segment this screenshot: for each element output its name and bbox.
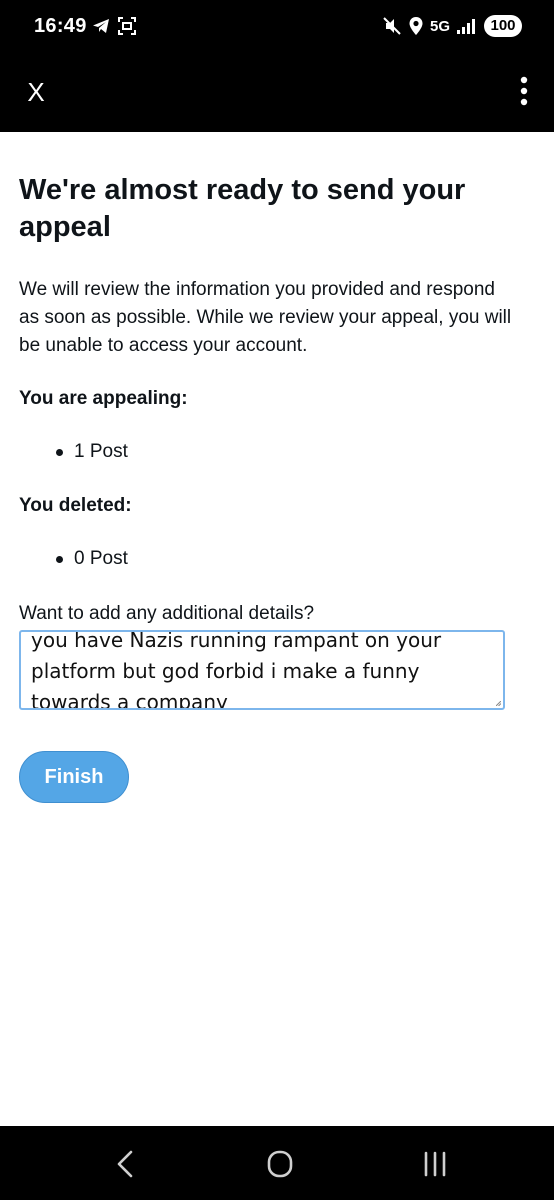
details-text: you have Nazis running rampant on your p… bbox=[31, 630, 448, 710]
bullet-icon bbox=[56, 555, 63, 563]
battery-icon: 100 bbox=[484, 15, 522, 37]
signal-icon bbox=[457, 19, 475, 34]
deleted-item-text: 0 Post bbox=[74, 548, 128, 569]
appealing-item-text: 1 Post bbox=[74, 441, 128, 462]
finish-button[interactable]: Finish bbox=[19, 751, 129, 803]
back-button[interactable] bbox=[105, 1146, 145, 1182]
bullet-icon bbox=[56, 448, 63, 456]
telegram-icon bbox=[93, 19, 109, 33]
resize-handle-icon[interactable] bbox=[496, 701, 501, 706]
details-textarea[interactable]: you have Nazis running rampant on your p… bbox=[19, 630, 505, 710]
status-time: 16:49 bbox=[34, 15, 87, 37]
recents-button[interactable] bbox=[415, 1146, 455, 1182]
status-right-icons: 5G 100 bbox=[382, 15, 522, 37]
appeal-description: We will review the information you provi… bbox=[19, 279, 512, 356]
app-bar: X bbox=[0, 56, 554, 132]
back-icon bbox=[117, 1150, 133, 1178]
appeal-content: We're almost ready to send your appeal W… bbox=[19, 132, 519, 803]
recents-icon bbox=[424, 1151, 446, 1177]
navigation-bar bbox=[0, 1126, 554, 1200]
more-options-button[interactable] bbox=[516, 74, 532, 114]
details-label: Want to add any additional details? bbox=[19, 603, 315, 624]
location-icon bbox=[409, 17, 423, 35]
mute-icon bbox=[383, 17, 401, 35]
status-left-icons bbox=[91, 16, 137, 36]
appealing-list-item: 1 Post bbox=[56, 441, 519, 463]
close-button[interactable]: X bbox=[22, 76, 50, 108]
screenshot-icon bbox=[118, 17, 136, 35]
page-title: We're almost ready to send your appeal bbox=[19, 174, 466, 243]
network-label: 5G bbox=[429, 17, 450, 35]
more-vertical-icon bbox=[520, 76, 528, 106]
home-icon bbox=[267, 1150, 293, 1178]
status-bar: 16:49 5G 100 bbox=[0, 0, 554, 56]
home-button[interactable] bbox=[260, 1146, 300, 1182]
deleted-label: You deleted: bbox=[19, 495, 132, 516]
deleted-list-item: 0 Post bbox=[56, 548, 519, 570]
appealing-label: You are appealing: bbox=[19, 388, 188, 409]
